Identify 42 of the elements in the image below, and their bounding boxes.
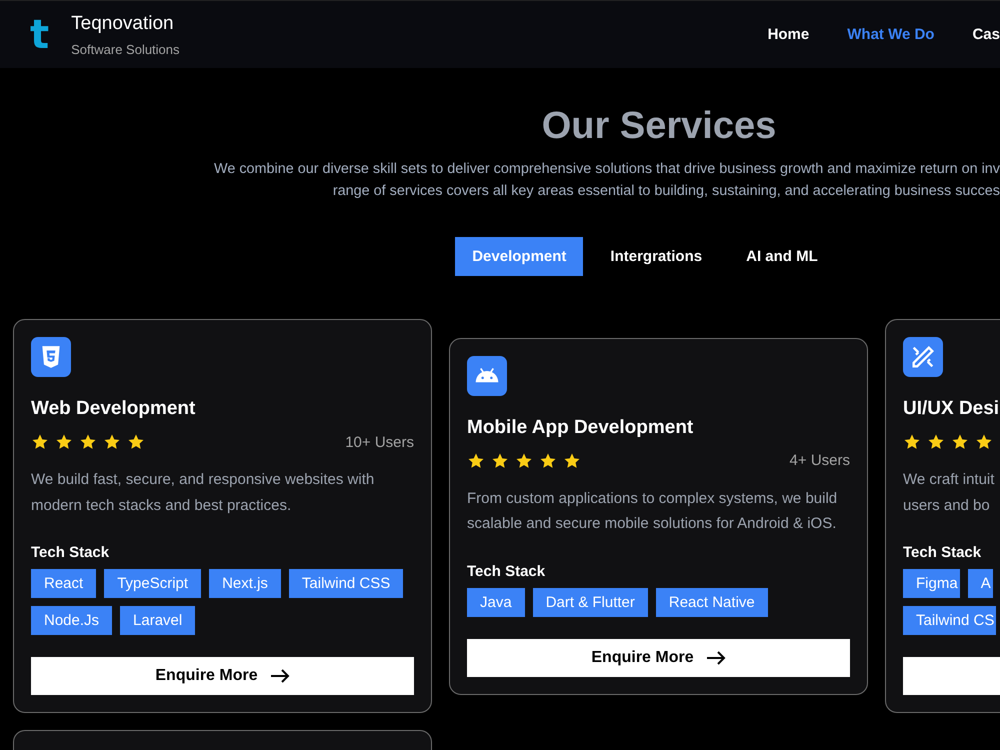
tech-tag: Laravel	[120, 606, 196, 635]
card-description: From custom applications to complex systems, we build scalable and secure mobile solutions for Android & iOS.	[467, 488, 838, 534]
nav-link[interactable]: Cas	[972, 26, 1000, 43]
tech-tag: TypeScript	[104, 569, 202, 598]
tech-tag: Java	[467, 588, 525, 616]
user-count: 10+ Users	[345, 434, 414, 450]
tech-tag: React Native	[656, 588, 768, 616]
tech-stack-heading: Tech Stack	[467, 562, 546, 580]
tech-tag: Node.Js	[31, 606, 112, 635]
section-title: Our Services	[542, 104, 776, 148]
brand-name: Teqnovation	[71, 12, 175, 34]
pencil-ruler-icon	[903, 337, 943, 377]
card-title: Web Development	[31, 397, 196, 421]
arrow-right-icon	[270, 669, 290, 683]
card-description: We build fast, secure, and responsive websites with modern tech stacks and best practices.	[31, 470, 376, 516]
tech-tag: Dart & Flutter	[532, 588, 648, 616]
html5-icon	[31, 337, 71, 377]
tech-stack-heading: Tech Stack	[31, 544, 110, 561]
category-tab[interactable]: AI and ML	[729, 237, 835, 276]
nav-link[interactable]: What We Do	[847, 26, 934, 43]
tech-tag: Next.js	[209, 569, 281, 598]
card-title: Mobile App Development	[467, 416, 694, 440]
enquire-button[interactable]: Enquire More	[467, 638, 850, 676]
card-title: UI/UX Desi	[903, 397, 1000, 421]
tech-tag: React	[31, 569, 96, 598]
section-subtitle: We combine our diverse skill sets to deliver comprehensive solutions that drive business growth and maximize return on inv range of services covers all key areas essential to building, sustaining, and accelerating business succes	[214, 160, 1000, 201]
enquire-button[interactable]	[903, 657, 1000, 695]
category-tab[interactable]: Intergrations	[593, 237, 720, 276]
tech-tag: Tailwind CSS	[288, 569, 404, 598]
tech-tag: Tailwind CS	[903, 606, 996, 635]
tech-tag: A	[968, 569, 993, 598]
brand-tagline: Software Solutions	[71, 42, 180, 56]
logo-icon[interactable]: t	[30, 14, 50, 54]
card-description: We craft intuit users and bo	[903, 470, 996, 516]
nav-link[interactable]: Home	[768, 26, 810, 43]
arrow-right-icon	[706, 650, 726, 664]
category-tab[interactable]: Development	[455, 237, 584, 276]
android-icon	[467, 356, 507, 396]
enquire-button[interactable]: Enquire More	[31, 657, 414, 695]
user-count: 4+ Users	[790, 452, 850, 469]
tech-stack-heading: Tech Stack	[903, 544, 982, 561]
tech-tag: Figma	[903, 569, 960, 598]
